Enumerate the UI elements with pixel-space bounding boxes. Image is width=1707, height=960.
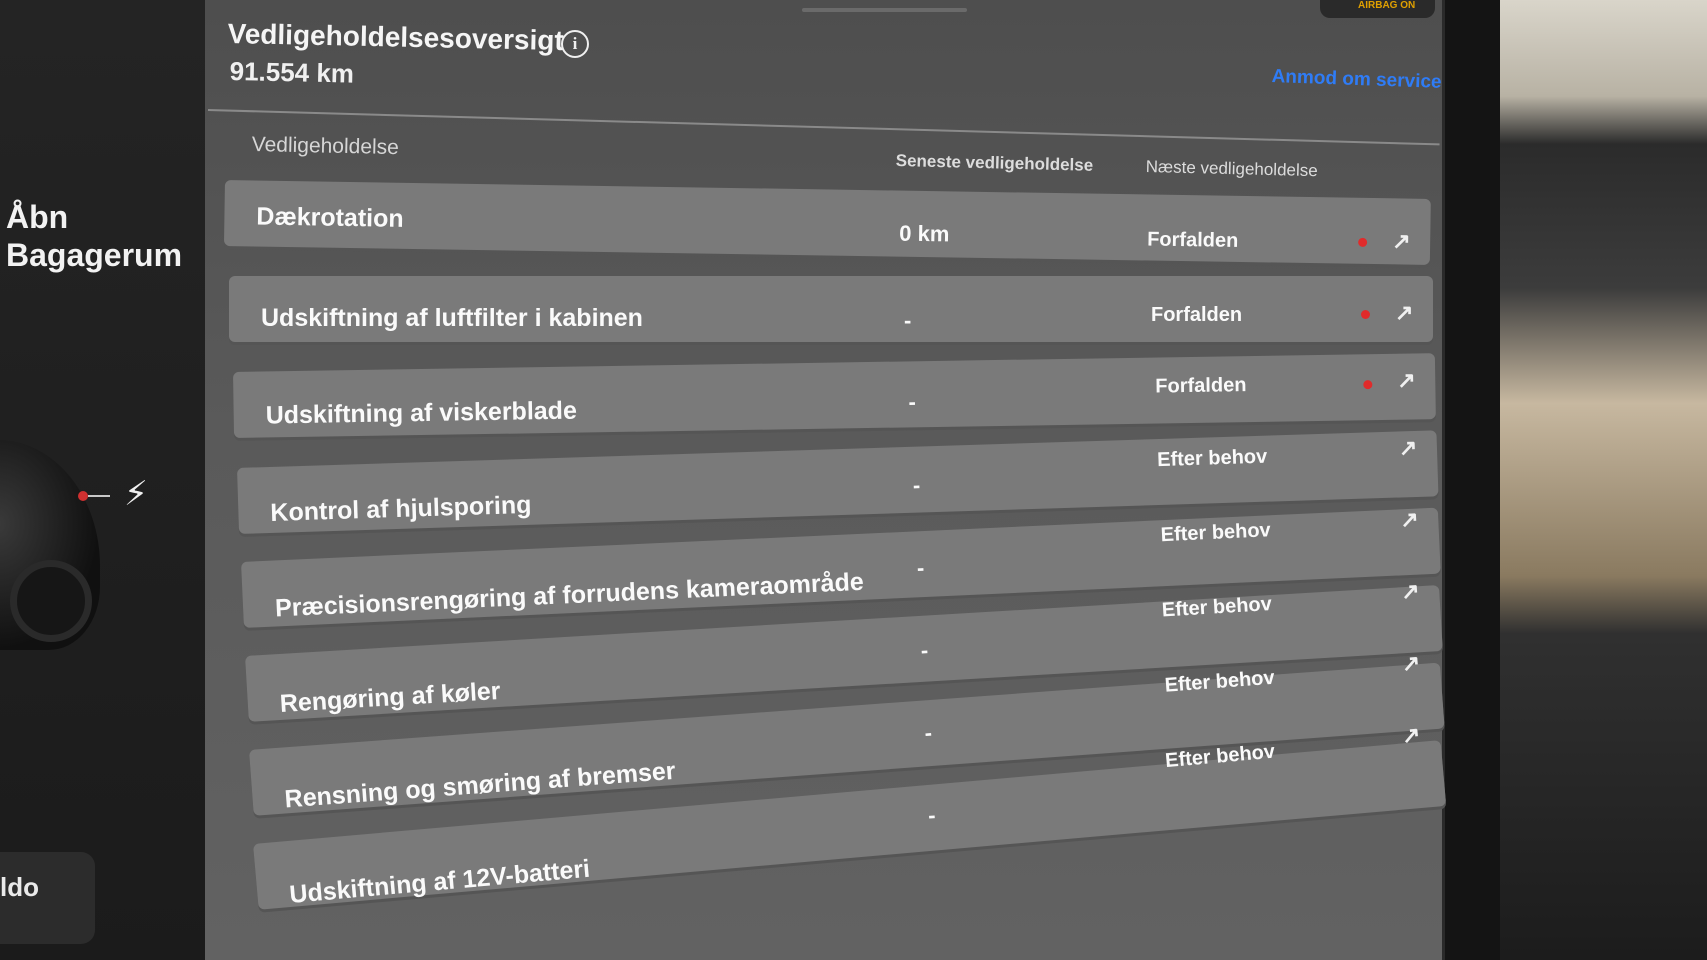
car-wheel-image: [10, 560, 92, 642]
scroll-indicator: [802, 8, 967, 12]
overdue-dot-icon: [1363, 380, 1373, 390]
arrow-up-right-icon[interactable]: ↗: [1397, 367, 1416, 393]
maintenance-item-name: Dækrotation: [256, 202, 404, 233]
next-service-value: Forfalden: [1151, 304, 1243, 326]
last-service-value: -: [904, 308, 912, 333]
overdue-dot-icon: [1361, 310, 1370, 319]
lightning-bolt-icon[interactable]: ⚡︎: [124, 474, 148, 514]
next-service-value: Efter behov: [1160, 519, 1272, 547]
side-action-button-label: ldo: [0, 872, 39, 902]
arrow-up-right-icon[interactable]: ↗: [1401, 650, 1421, 677]
last-service-value: 0 km: [899, 220, 950, 247]
arrow-up-right-icon[interactable]: ↗: [1399, 435, 1418, 462]
arrow-up-right-icon[interactable]: ↗: [1400, 578, 1420, 605]
maintenance-item-name: Udskiftning af viskerblade: [265, 396, 578, 430]
charge-port-indicator[interactable]: [78, 491, 88, 501]
maintenance-item-name: Kontrol af hjulsporing: [269, 490, 532, 527]
next-service-value: Efter behov: [1156, 445, 1268, 472]
maintenance-item-name: Udskiftning af luftfilter i kabinen: [261, 304, 643, 332]
info-icon[interactable]: i: [561, 30, 589, 58]
column-header-next: Næste vedligeholdelse: [1145, 157, 1318, 181]
arrow-up-right-icon[interactable]: ↗: [1401, 722, 1422, 750]
section-label: Vedligeholdelse: [251, 133, 400, 160]
last-service-value: -: [908, 389, 917, 415]
charge-port-line: [88, 495, 110, 497]
open-trunk-button[interactable]: Åbn Bagagerum: [6, 198, 182, 274]
arrow-up-right-icon[interactable]: ↗: [1392, 228, 1411, 254]
last-service-value: -: [912, 472, 921, 498]
overdue-dot-icon: [1358, 237, 1368, 247]
open-trunk-label-line2: Bagagerum: [6, 237, 183, 273]
open-trunk-label-line1: Åbn: [6, 199, 69, 235]
last-service-value: -: [927, 802, 937, 829]
airbag-status-text: AIRBAG ON: [1358, 0, 1416, 11]
car-interior-background: [1500, 0, 1707, 960]
last-service-value: -: [920, 637, 929, 663]
odometer-reading: 91.554 km: [229, 56, 355, 89]
last-service-value: -: [916, 555, 925, 581]
last-service-value: -: [923, 719, 933, 746]
next-service-value: Forfalden: [1147, 228, 1239, 252]
arrow-up-right-icon[interactable]: ↗: [1400, 507, 1420, 534]
arrow-up-right-icon[interactable]: ↗: [1395, 300, 1413, 326]
next-service-value: Forfalden: [1155, 374, 1247, 398]
maintenance-row[interactable]: Udskiftning af luftfilter i kabinen - Forf…: [229, 276, 1433, 342]
